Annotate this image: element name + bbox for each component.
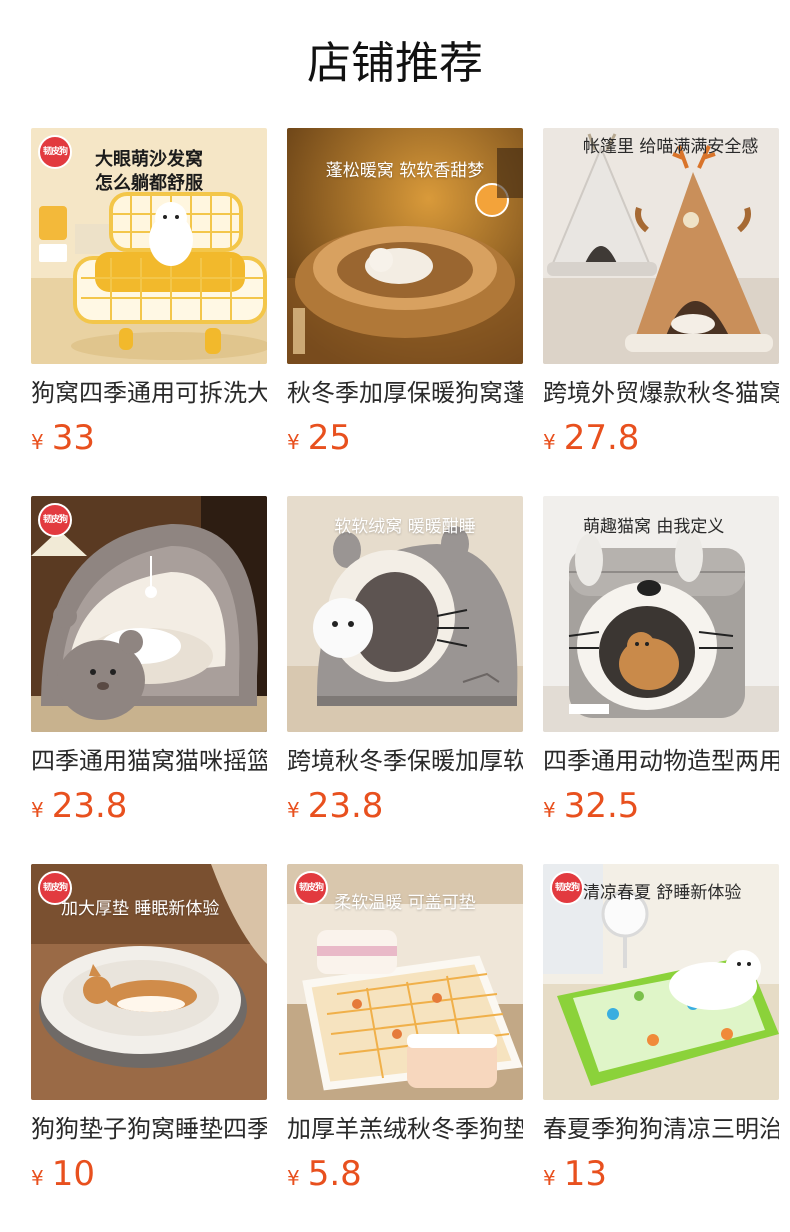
- price-amount: 25: [307, 418, 351, 458]
- product-card[interactable]: 韧皮狗 柔软温暖 可盖可垫 加厚羊羔绒秋冬季狗垫毯子 ¥5.8: [287, 864, 523, 1204]
- product-image[interactable]: 软软绒窝 暖暖酣睡: [287, 496, 523, 732]
- price-amount: 5.8: [307, 1154, 362, 1194]
- product-image[interactable]: 韧皮狗: [31, 496, 267, 732]
- product-card[interactable]: 韧皮狗 清凉春夏 舒睡新体验 春夏季狗狗清凉三明治冰垫 ¥13: [543, 864, 779, 1204]
- product-name[interactable]: 跨境外贸爆款秋冬猫窝帐篷: [543, 377, 779, 409]
- product-name[interactable]: 加厚羊羔绒秋冬季狗垫毯子: [287, 1113, 523, 1145]
- product-image[interactable]: 萌趣猫窝 由我定义: [543, 496, 779, 732]
- animal-bed-illustration: [287, 496, 523, 732]
- store-recommendations-page: 店铺推荐 韧皮狗 大眼萌沙发窝 怎么躺都舒服 狗窝四季通用可拆洗大 ¥ 33 蓬…: [0, 0, 790, 1232]
- price-amount: 27.8: [563, 418, 640, 458]
- price-amount: 10: [51, 1154, 95, 1194]
- product-image[interactable]: 帐篷里 给喵满满安全感: [543, 128, 779, 364]
- product-price: ¥27.8: [543, 416, 639, 460]
- product-card[interactable]: 萌趣猫窝 由我定义 四季通用动物造型两用猫窝 ¥32.5: [543, 496, 779, 836]
- product-card[interactable]: 韧皮狗 加大厚垫 睡眠新体验 狗狗垫子狗窝睡垫四季通用 ¥10: [31, 864, 267, 1204]
- currency-symbol: ¥: [543, 798, 556, 822]
- brand-logo-icon: 韧皮狗: [38, 503, 72, 537]
- product-card[interactable]: 韧皮狗 四季通用猫窝猫咪摇篮窝 ¥23.8: [31, 496, 267, 836]
- product-price: ¥33: [31, 416, 95, 460]
- product-name[interactable]: 秋冬季加厚保暖狗窝蓬松暖窝: [287, 377, 523, 409]
- product-card[interactable]: 软软绒窝 暖暖酣睡 跨境秋冬季保暖加厚软软绒窝 ¥23.8: [287, 496, 523, 836]
- teepee-tent-illustration: [543, 128, 779, 364]
- product-image[interactable]: 韧皮狗 大眼萌沙发窝 怎么躺都舒服: [31, 128, 267, 364]
- product-name[interactable]: 狗窝四季通用可拆洗大眼萌沙发窝: [31, 377, 267, 409]
- product-price: ¥32.5: [543, 784, 639, 828]
- product-price: ¥23.8: [287, 784, 383, 828]
- product-name[interactable]: 跨境秋冬季保暖加厚软软绒窝: [287, 745, 523, 777]
- product-image[interactable]: 韧皮狗 清凉春夏 舒睡新体验: [543, 864, 779, 1100]
- product-card[interactable]: 帐篷里 给喵满满安全感 跨境外贸爆款秋冬猫窝帐篷 ¥27.8: [543, 128, 779, 468]
- brand-logo-icon: 韧皮狗: [550, 871, 584, 905]
- round-bed-illustration: [287, 128, 523, 364]
- section-title: 店铺推荐: [307, 38, 483, 89]
- currency-symbol: ¥: [287, 798, 300, 822]
- currency-symbol: ¥: [31, 798, 44, 822]
- currency-symbol: ¥: [287, 430, 300, 454]
- brand-logo-icon: 韧皮狗: [294, 871, 328, 905]
- product-card[interactable]: 韧皮狗 大眼萌沙发窝 怎么躺都舒服 狗窝四季通用可拆洗大眼萌沙发窝 ¥33: [31, 128, 267, 468]
- product-price: ¥13: [543, 1152, 607, 1196]
- product-image[interactable]: 韧皮狗 加大厚垫 睡眠新体验: [31, 864, 267, 1100]
- product-name[interactable]: 四季通用猫窝猫咪摇篮窝: [31, 745, 267, 777]
- cat-house-illustration: [543, 496, 779, 732]
- brand-logo-icon: 韧皮狗: [38, 871, 72, 905]
- currency-symbol: ¥: [31, 1166, 44, 1190]
- currency-symbol: ¥: [543, 430, 556, 454]
- product-price: ¥5.8: [287, 1152, 362, 1196]
- product-image[interactable]: 蓬松暖窝 软软香甜梦: [287, 128, 523, 364]
- product-card[interactable]: 蓬松暖窝 软软香甜梦 秋冬季加厚保暖狗窝蓬松暖窝 ¥25: [287, 128, 523, 468]
- product-price: ¥23.8: [31, 784, 127, 828]
- price-amount: 33: [51, 418, 95, 458]
- price-amount: 32.5: [563, 786, 640, 826]
- price-amount: 23.8: [307, 786, 384, 826]
- product-name[interactable]: 春夏季狗狗清凉三明治冰垫: [543, 1113, 779, 1145]
- product-name[interactable]: 狗狗垫子狗窝睡垫四季通用: [31, 1113, 267, 1145]
- currency-symbol: ¥: [287, 1166, 300, 1190]
- product-price: ¥25: [287, 416, 351, 460]
- currency-symbol: ¥: [543, 1166, 556, 1190]
- product-name[interactable]: 四季通用动物造型两用猫窝: [543, 745, 779, 777]
- currency-symbol: ¥: [31, 430, 44, 454]
- brand-logo-icon: 韧皮狗: [38, 135, 72, 169]
- price-amount: 13: [563, 1154, 607, 1194]
- product-price: ¥10: [31, 1152, 95, 1196]
- product-image[interactable]: 韧皮狗 柔软温暖 可盖可垫: [287, 864, 523, 1100]
- price-amount: 23.8: [51, 786, 128, 826]
